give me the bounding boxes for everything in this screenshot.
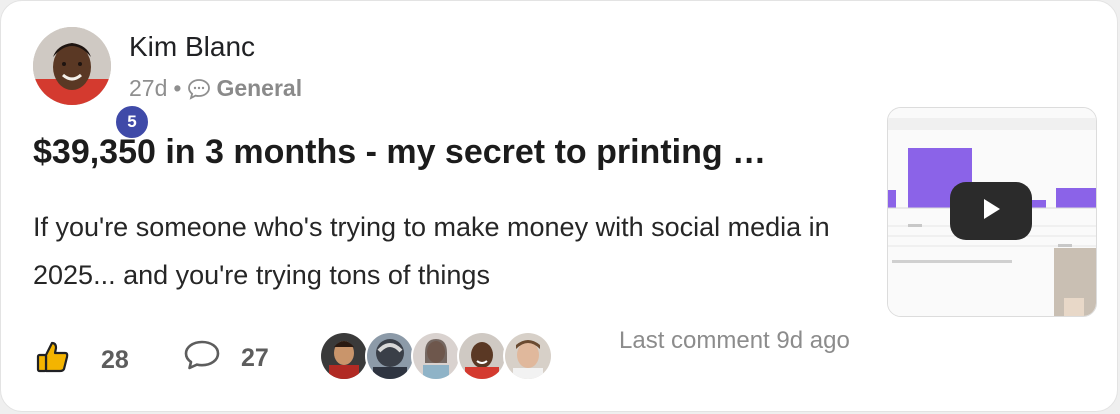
commenter-avatar (319, 331, 369, 381)
play-button[interactable] (950, 182, 1032, 240)
like-count: 28 (101, 346, 129, 374)
post-excerpt[interactable]: If you're someone who's trying to make m… (33, 203, 873, 299)
play-icon (978, 196, 1004, 227)
post-age: 27d (129, 75, 168, 101)
commenter-avatar (365, 331, 415, 381)
commenter-avatar (411, 331, 461, 381)
author-avatar[interactable]: 5 (33, 27, 151, 141)
author-name[interactable]: Kim Blanc (129, 31, 255, 63)
comment-button[interactable]: 27 (183, 339, 269, 378)
post-card[interactable]: 5 Kim Blanc 27d • General $39,350 in 3 m… (0, 0, 1118, 412)
speech-bubble-icon (183, 339, 221, 378)
commenter-avatars[interactable] (319, 331, 553, 381)
chat-bubble-icon (187, 78, 211, 100)
comment-count: 27 (241, 344, 269, 372)
avatar-image (33, 27, 111, 105)
post-title[interactable]: $39,350 in 3 months - my secret to print… (33, 133, 766, 172)
like-button[interactable]: 28 (35, 339, 129, 382)
post-meta: 27d • General (129, 75, 302, 102)
last-comment-text: Last comment 9d ago (619, 327, 850, 354)
thumbs-up-icon (35, 339, 71, 382)
commenter-avatar (457, 331, 507, 381)
commenter-avatar (503, 331, 553, 381)
video-thumbnail[interactable] (887, 107, 1097, 317)
meta-separator: • (173, 75, 182, 101)
post-category[interactable]: General (216, 75, 302, 102)
